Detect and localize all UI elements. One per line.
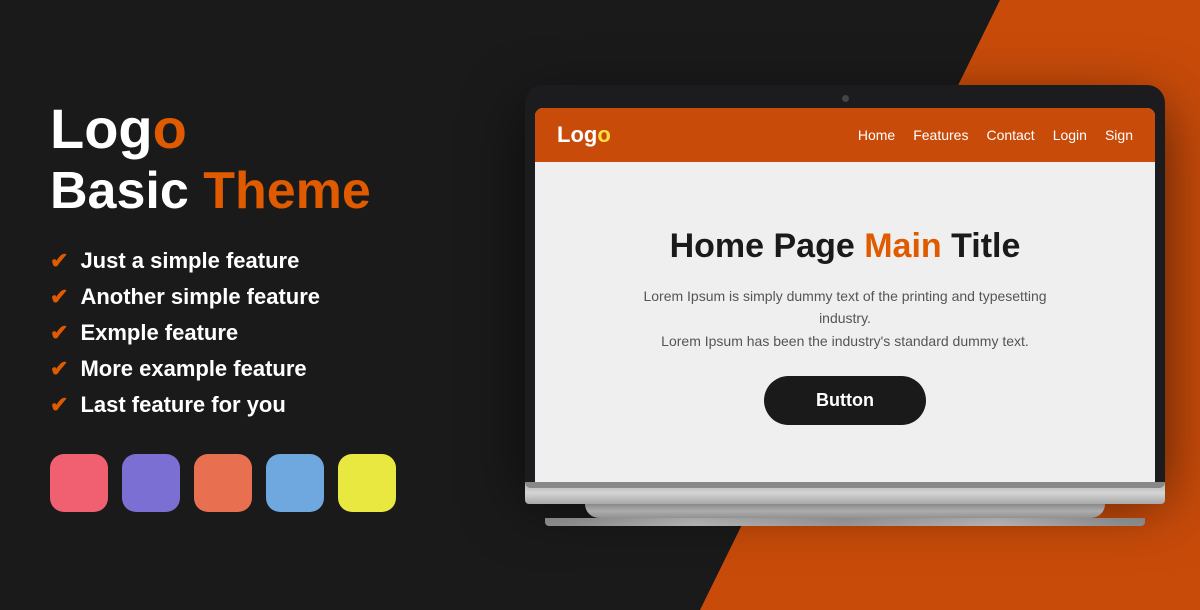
logo-accent-char: o: [153, 97, 187, 160]
features-list: ✔ Just a simple feature ✔ Another simple…: [50, 248, 450, 418]
screen-title-accent: Main: [864, 227, 941, 265]
logo-heading: Logo: [50, 98, 450, 160]
tagline-accent: Theme: [203, 162, 371, 220]
list-item: ✔ Last feature for you: [50, 392, 450, 418]
nav-link-home[interactable]: Home: [858, 127, 895, 143]
laptop-base: [525, 482, 1165, 504]
yellow-swatch[interactable]: [338, 454, 396, 512]
left-panel: Logo Basic Theme ✔ Just a simple feature…: [0, 58, 500, 553]
red-swatch[interactable]: [50, 454, 108, 512]
nav-link-login[interactable]: Login: [1053, 127, 1087, 143]
tagline-plain: Basic: [50, 162, 203, 220]
tagline: Basic Theme: [50, 163, 450, 220]
screen-cta-button[interactable]: Button: [764, 376, 926, 425]
laptop-hinge: [525, 482, 1165, 488]
list-item: ✔ Just a simple feature: [50, 248, 450, 274]
list-item: ✔ Exmple feature: [50, 320, 450, 346]
laptop-foot: [545, 518, 1145, 526]
screen-title: Home Page Main Title: [670, 226, 1021, 267]
list-item: ✔ More example feature: [50, 356, 450, 382]
feature-label: Exmple feature: [80, 320, 238, 346]
purple-swatch[interactable]: [122, 454, 180, 512]
screen-content: Home Page Main Title Lorem Ipsum is simp…: [535, 162, 1155, 482]
check-icon: ✔: [50, 248, 68, 274]
nav-link-signup[interactable]: Sign: [1105, 127, 1133, 143]
check-icon: ✔: [50, 392, 68, 418]
screen-logo-accent: o: [597, 122, 610, 147]
check-icon: ✔: [50, 356, 68, 382]
orange-swatch[interactable]: [194, 454, 252, 512]
check-icon: ✔: [50, 320, 68, 346]
screen-title-plain: Home Page: [670, 227, 865, 265]
list-item: ✔ Another simple feature: [50, 284, 450, 310]
screen-navbar: Logo Home Features Contact Login Sign: [535, 108, 1155, 162]
screen-title-end: Title: [942, 227, 1021, 265]
color-swatches: [50, 454, 450, 512]
nav-link-contact[interactable]: Contact: [986, 127, 1034, 143]
laptop-body: Logo Home Features Contact Login Sign Ho…: [525, 85, 1165, 482]
screen-nav-links: Home Features Contact Login Sign: [858, 127, 1133, 143]
right-panel: Logo Home Features Contact Login Sign Ho…: [500, 65, 1200, 546]
screen-description: Lorem Ipsum is simply dummy text of the …: [635, 285, 1055, 352]
feature-label: Just a simple feature: [80, 248, 299, 274]
nav-link-features[interactable]: Features: [913, 127, 968, 143]
laptop-mockup: Logo Home Features Contact Login Sign Ho…: [525, 85, 1165, 526]
laptop-screen: Logo Home Features Contact Login Sign Ho…: [535, 108, 1155, 482]
check-icon: ✔: [50, 284, 68, 310]
feature-label: Last feature for you: [80, 392, 285, 418]
feature-label: More example feature: [80, 356, 306, 382]
laptop-stand: [585, 504, 1105, 518]
feature-label: Another simple feature: [80, 284, 320, 310]
screen-logo: Logo: [557, 122, 611, 148]
camera-dot: [842, 95, 849, 102]
blue-swatch[interactable]: [266, 454, 324, 512]
